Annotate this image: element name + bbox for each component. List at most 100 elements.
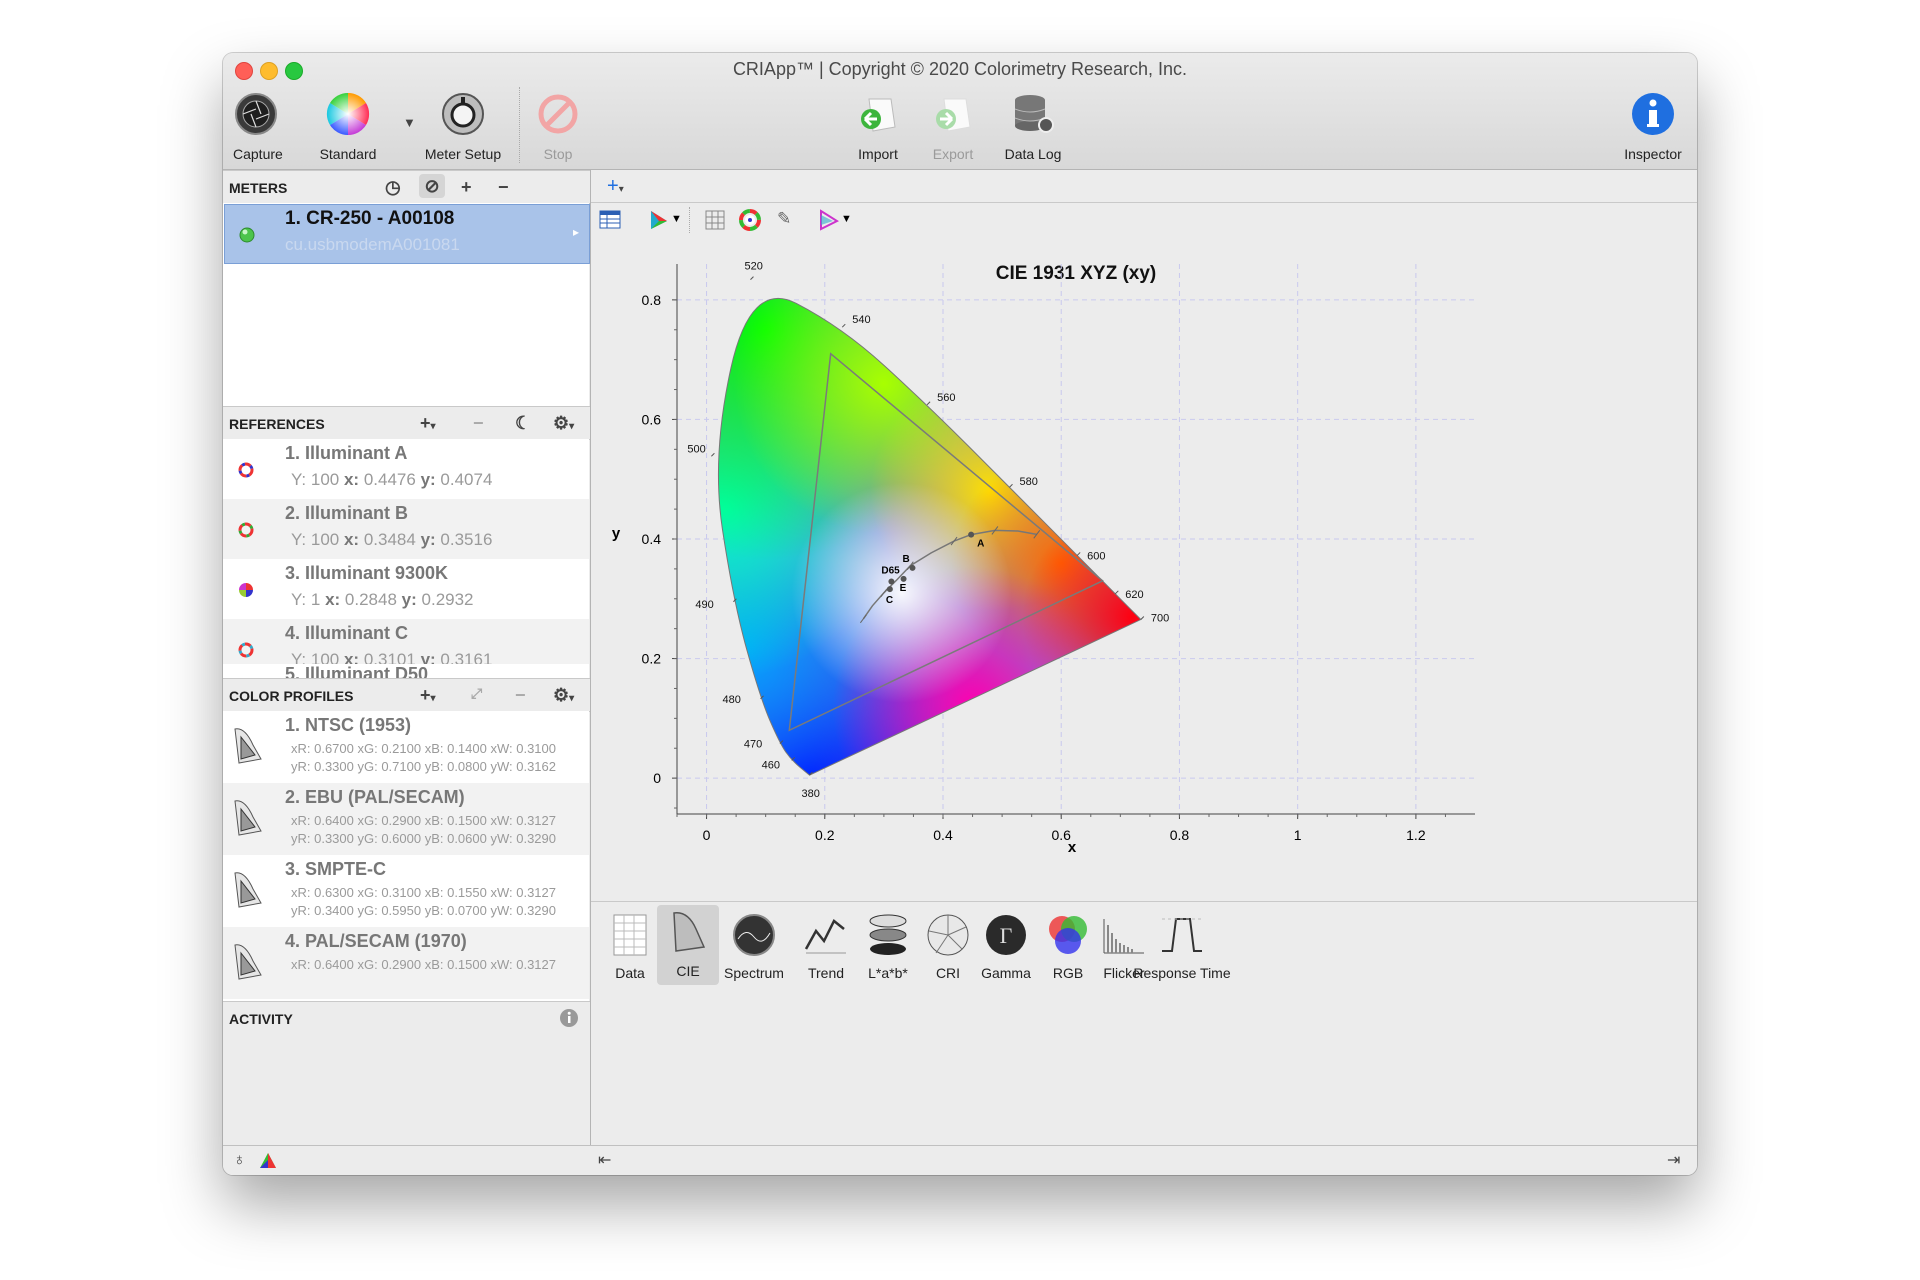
- y-tick-label: 0: [653, 770, 661, 786]
- gamut-icon: [234, 728, 262, 764]
- ring-wheel-icon: [238, 462, 254, 478]
- color-wheel-icon[interactable]: [739, 209, 761, 231]
- gamut-overlay-icon[interactable]: [819, 209, 839, 231]
- grid-icon[interactable]: [705, 210, 725, 230]
- wavelength-label: 560: [937, 392, 955, 404]
- cri-icon: [927, 914, 969, 956]
- profile-values: xR: 0.6400 xG: 0.2900 xB: 0.1500 xW: 0.3…: [291, 813, 556, 846]
- add-profile-button[interactable]: +▾: [420, 685, 436, 706]
- profile-row[interactable]: 3. SMPTE-C xR: 0.6300 xG: 0.3100 xB: 0.1…: [223, 855, 589, 927]
- disclosure-icon[interactable]: ▸: [573, 225, 579, 239]
- references-header: REFERENCES +▾ − ☾ ⚙▾: [223, 406, 590, 440]
- data-log-label: Data Log: [1004, 146, 1062, 162]
- wavelength-tick: [1076, 552, 1081, 556]
- profile-row[interactable]: 4. PAL/SECAM (1970) xR: 0.6400 xG: 0.290…: [223, 927, 589, 999]
- expand-icon[interactable]: ⤢: [471, 685, 482, 702]
- color-profiles-list: 1. NTSC (1953) xR: 0.6700 xG: 0.2100 xB:…: [223, 711, 589, 1001]
- x-tick-label: 0.8: [1170, 827, 1190, 843]
- reference-row[interactable]: 1. Illuminant A Y: 100 x: 0.4476 y: 0.40…: [223, 439, 589, 499]
- database-gear-icon: [1014, 95, 1054, 133]
- remove-meter-button[interactable]: −: [498, 177, 509, 198]
- references-title: REFERENCES: [229, 416, 325, 432]
- link-icon[interactable]: ⊘: [419, 174, 445, 198]
- activity-section: ACTIVITY: [223, 1001, 590, 1112]
- wavelength-label: 620: [1125, 589, 1143, 601]
- status-led-icon: [239, 227, 255, 243]
- white-point-label: D65: [881, 565, 900, 576]
- white-point-marker: [968, 531, 975, 538]
- info-icon[interactable]: [559, 1008, 579, 1028]
- gamut-color-icon[interactable]: [259, 1152, 277, 1170]
- inspector-label: Inspector: [1624, 146, 1682, 162]
- import-label: Import: [858, 146, 898, 162]
- x-tick-label: 1: [1294, 827, 1302, 843]
- trend-icon: [804, 919, 846, 954]
- meter-name: 1. CR-250 - A00108: [285, 208, 455, 229]
- toolbar-separator: [689, 207, 690, 233]
- profile-row[interactable]: 2. EBU (PAL/SECAM) xR: 0.6400 xG: 0.2900…: [223, 783, 589, 855]
- x-tick-label: 0.2: [815, 827, 835, 843]
- reference-values: Y: 1 x: 0.2848 y: 0.2932: [291, 590, 474, 609]
- add-tab-button[interactable]: +▾: [607, 175, 624, 198]
- import-icon: [861, 98, 896, 132]
- import-button[interactable]: Import: [853, 91, 903, 162]
- reference-name: 5. Illuminant D50: [285, 664, 429, 679]
- collapse-inspector-icon[interactable]: ⇥: [1667, 1150, 1680, 1170]
- wavelength-label: 520: [744, 261, 762, 273]
- profile-name: 1. NTSC (1953): [285, 715, 412, 735]
- reference-values: Y: 100 x: 0.4476 y: 0.4074: [291, 470, 493, 489]
- stop-label: Stop: [543, 146, 573, 162]
- wavelength-label: 700: [1151, 613, 1169, 625]
- remove-reference-button[interactable]: −: [473, 413, 484, 434]
- spectrum-icon: [733, 914, 775, 956]
- wavelength-tick: [1114, 590, 1119, 595]
- reference-row[interactable]: 2. Illuminant B Y: 100 x: 0.3484 y: 0.35…: [223, 499, 589, 559]
- reference-row[interactable]: 5. Illuminant D50: [223, 664, 589, 679]
- profile-values: xR: 0.6300 xG: 0.3100 xB: 0.1550 xW: 0.3…: [291, 885, 556, 918]
- standard-button[interactable]: Standard: [308, 91, 388, 162]
- remove-profile-button[interactable]: −: [515, 685, 526, 706]
- standard-dropdown-chevron-icon[interactable]: ▼: [403, 115, 416, 130]
- clock-icon[interactable]: ◷: [385, 177, 401, 198]
- capture-button[interactable]: Capture: [233, 91, 283, 162]
- wavelength-label: 580: [1020, 476, 1038, 488]
- standard-label: Standard: [319, 146, 377, 162]
- data-log-button[interactable]: Data Log: [1003, 91, 1063, 162]
- x-axis-label: x: [1068, 839, 1077, 856]
- reference-row[interactable]: 3. Illuminant 9300K Y: 1 x: 0.2848 y: 0.…: [223, 559, 589, 619]
- l-a-b-icon: [869, 914, 907, 955]
- add-meter-button[interactable]: +: [461, 177, 472, 198]
- data-icon: [613, 914, 647, 956]
- gamut-color-icon[interactable]: [649, 209, 669, 231]
- cie-chart[interactable]: CIE 1931 XYZ (xy) 380 460470 480 490 500 520 5…: [591, 238, 1697, 888]
- lightbulb-icon[interactable]: ♁: [233, 1150, 246, 1170]
- chart-toolbar: ▼ ✎ ▼: [591, 203, 1697, 237]
- gear-icon[interactable]: ⚙▾: [553, 413, 574, 434]
- meter-setup-label: Meter Setup: [424, 146, 502, 162]
- meter-dial-icon: [442, 93, 484, 135]
- white-point-marker: [888, 578, 895, 585]
- profile-row[interactable]: 1. NTSC (1953) xR: 0.6700 xG: 0.2100 xB:…: [223, 711, 589, 783]
- profile-name: 3. SMPTE-C: [285, 859, 387, 879]
- spectral-locus-fill: [718, 298, 1141, 776]
- add-reference-button[interactable]: +▾: [420, 413, 436, 434]
- inspector-button[interactable]: Inspector: [1623, 91, 1683, 162]
- chevron-down-icon[interactable]: ▼: [671, 213, 682, 225]
- info-icon: [1632, 93, 1674, 135]
- gear-icon[interactable]: ⚙▾: [553, 685, 574, 706]
- stop-button[interactable]: Stop: [533, 91, 583, 162]
- meter-setup-button[interactable]: Meter Setup: [418, 91, 508, 162]
- chevron-down-icon[interactable]: ▼: [841, 213, 852, 225]
- y-tick-label: 0.4: [642, 531, 662, 547]
- activity-title: ACTIVITY: [229, 1011, 293, 1027]
- export-button[interactable]: Export: [928, 91, 978, 162]
- collapse-sidebar-icon[interactable]: ⇤: [598, 1150, 611, 1170]
- moon-icon[interactable]: ☾: [515, 413, 531, 434]
- gamut-icon: [234, 872, 262, 908]
- references-list: 1. Illuminant A Y: 100 x: 0.4476 y: 0.40…: [223, 439, 589, 679]
- white-point-marker: [900, 575, 907, 582]
- meter-row[interactable]: 1. CR-250 - A00108 cu.usbmodemA001081 ▸: [224, 204, 590, 264]
- pencil-icon[interactable]: ✎: [777, 209, 791, 229]
- white-point-label: B: [902, 554, 909, 565]
- table-view-icon[interactable]: [599, 210, 621, 230]
